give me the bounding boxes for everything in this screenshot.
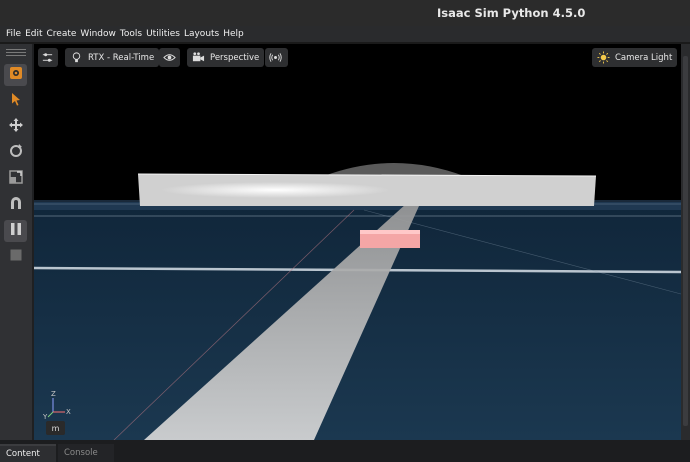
select-mode-button[interactable] bbox=[4, 64, 27, 86]
axis-x-label: X bbox=[66, 408, 71, 416]
window-title: Isaac Sim Python 4.5.0 bbox=[437, 6, 586, 20]
viewport[interactable]: Z X Y RTX - Real-Time Perspective Camera… bbox=[34, 44, 681, 440]
orange-select-icon bbox=[8, 65, 24, 85]
snap-icon bbox=[8, 195, 24, 215]
scrollbar-thumb[interactable] bbox=[683, 56, 688, 426]
menu-utilities[interactable]: Utilities bbox=[146, 29, 180, 39]
stop-button[interactable] bbox=[4, 246, 27, 268]
menu-tools[interactable]: Tools bbox=[120, 29, 142, 39]
title-bar: Isaac Sim Python 4.5.0 bbox=[0, 0, 690, 26]
left-toolbar bbox=[0, 44, 32, 440]
camera-icon bbox=[192, 51, 205, 64]
scene-render: Z X Y bbox=[34, 163, 681, 440]
toolbar-grip[interactable] bbox=[6, 49, 26, 57]
pause-button[interactable] bbox=[4, 220, 27, 242]
menu-help[interactable]: Help bbox=[223, 29, 244, 39]
scale-icon bbox=[8, 169, 24, 189]
menu-layouts[interactable]: Layouts bbox=[184, 29, 219, 39]
lighting-button[interactable]: Camera Light bbox=[592, 48, 678, 67]
select-arrow-icon bbox=[8, 91, 24, 111]
broadcast-icon bbox=[269, 51, 282, 64]
menu-window[interactable]: Window bbox=[80, 29, 116, 39]
render-mode-button[interactable]: RTX - Real-Time bbox=[65, 48, 160, 67]
rotate-icon bbox=[8, 143, 24, 163]
tab-console[interactable]: Console bbox=[58, 444, 114, 462]
wall-slab bbox=[138, 174, 596, 206]
broadcast-button[interactable] bbox=[265, 48, 288, 67]
bottom-tab-bar: Content Console bbox=[0, 440, 690, 462]
viewport-settings-button[interactable] bbox=[38, 48, 58, 67]
camera-label: Perspective bbox=[210, 52, 260, 63]
rotate-button[interactable] bbox=[4, 142, 27, 164]
move-icon bbox=[8, 117, 24, 137]
select-button[interactable] bbox=[4, 90, 27, 112]
sun-icon bbox=[597, 51, 610, 64]
lighting-label: Camera Light bbox=[615, 52, 673, 63]
menu-file[interactable]: File bbox=[6, 29, 21, 39]
right-scrollbar[interactable] bbox=[681, 44, 690, 440]
snap-button[interactable] bbox=[4, 194, 27, 216]
move-button[interactable] bbox=[4, 116, 27, 138]
tab-content[interactable]: Content bbox=[0, 444, 56, 462]
stop-icon bbox=[8, 247, 24, 267]
distant-dome bbox=[324, 163, 464, 176]
pause-icon bbox=[8, 221, 24, 241]
menu-create[interactable]: Create bbox=[47, 29, 77, 39]
axis-y-label: Y bbox=[42, 413, 48, 421]
eye-icon bbox=[163, 51, 176, 64]
camera-button[interactable]: Perspective bbox=[187, 48, 265, 67]
render-mode-label: RTX - Real-Time bbox=[88, 52, 155, 63]
menu-edit[interactable]: Edit bbox=[25, 29, 42, 39]
scale-button[interactable] bbox=[4, 168, 27, 190]
units-badge[interactable]: m bbox=[46, 421, 65, 435]
axis-z-label: Z bbox=[51, 390, 56, 398]
visibility-button[interactable] bbox=[159, 48, 180, 67]
lightbulb-icon bbox=[70, 51, 83, 64]
settings-sliders-icon bbox=[41, 51, 54, 64]
menu-bar: File Edit Create Window Tools Utilities … bbox=[0, 26, 690, 42]
